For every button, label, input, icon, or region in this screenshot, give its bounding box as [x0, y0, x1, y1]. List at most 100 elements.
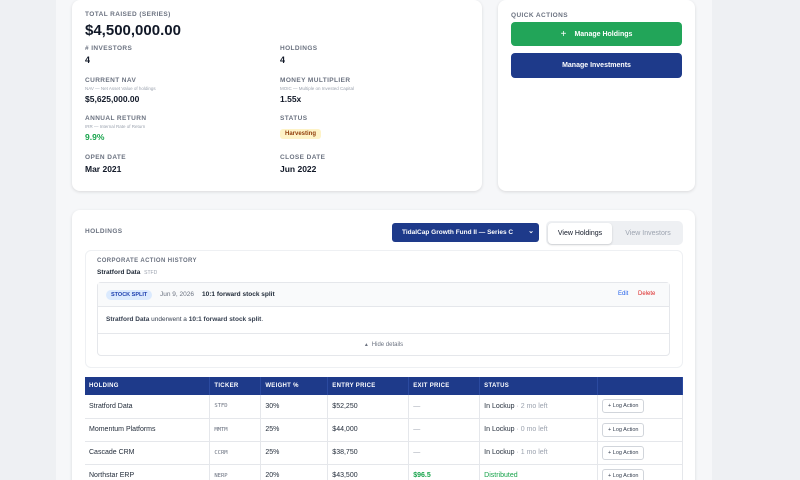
tab-view-holdings[interactable]: View Holdings [548, 223, 612, 244]
col-ticker[interactable]: TICKER [209, 377, 262, 395]
holding-weight: 25% [260, 418, 329, 442]
holding-actions: + Log Action [597, 418, 683, 442]
corporate-action-date: Jun 9, 2026 [160, 291, 194, 298]
log-action-button[interactable]: + Log Action [602, 399, 645, 414]
log-action-button[interactable]: + Log Action [602, 445, 645, 460]
total-raised-label: TOTAL RAISED (SERIES) [85, 11, 171, 18]
holding-ticker: MMTM [209, 418, 262, 442]
log-action-button[interactable]: + Log Action [602, 468, 645, 480]
corporate-action-headline: 10:1 forward stock split [202, 291, 275, 298]
annual-return-sublabel: IRR — Internal Rate of Return [85, 124, 146, 129]
holding-name: Stratford Data [85, 395, 211, 419]
status-badge: Harvesting [280, 129, 322, 139]
holding-status: In Lockup · 0 mo left [479, 418, 599, 442]
holding-entry-price: $44,000 [327, 418, 410, 442]
holding-exit-price: — [408, 395, 481, 419]
investors-label: # INVESTORS [85, 45, 133, 52]
status-text: In Lockup [484, 426, 515, 433]
fund-select-value: TidalCap Growth Fund II — Series C [402, 229, 514, 236]
holding-name: Northstar ERP [85, 464, 211, 480]
moic-value: 1.55x [280, 94, 302, 104]
holding-weight: 20% [260, 464, 329, 480]
holdings-title: HOLDINGS [85, 228, 123, 235]
holdings-count-label: HOLDINGS [280, 45, 318, 52]
holding-entry-price: $43,500 [327, 464, 410, 480]
holding-exit-price: $96.5 [408, 464, 481, 480]
holding-weight: 30% [260, 395, 329, 419]
chevron-down-icon: ⌄ [528, 228, 534, 235]
table-row: Momentum Platforms MMTM 25% $44,000 — In… [85, 418, 683, 442]
nav-label: CURRENT NAV [85, 77, 137, 84]
nav-sublabel: NAV — Net Asset Value of holdings [85, 86, 156, 91]
quick-actions-card: QUICK ACTIONS + Manage Holdings Manage I… [498, 0, 695, 191]
open-date-value: Mar 2021 [85, 164, 122, 174]
status-text: In Lockup [484, 449, 515, 456]
description-end: . [261, 316, 264, 323]
col-weight[interactable]: WEIGHT % [260, 377, 329, 395]
manage-investments-label: Manage Investments [562, 62, 631, 69]
quick-actions-title: QUICK ACTIONS [511, 12, 568, 19]
annual-return-label: ANNUAL RETURN [85, 115, 147, 122]
triangle-up-icon: ▲ [363, 341, 369, 348]
edit-link[interactable]: Edit [618, 291, 628, 297]
moic-sublabel: MOIC — Multiple on Invested Capital [280, 86, 355, 91]
plus-icon: + [560, 28, 567, 40]
tab-view-investors-label: View Investors [625, 230, 671, 237]
corporate-action-company-line: Stratford Data STFD [97, 269, 157, 276]
status-note: · 0 mo left [516, 426, 548, 433]
nav-value: $5,625,000.00 [85, 94, 140, 104]
holding-name: Momentum Platforms [85, 418, 211, 442]
holding-weight: 25% [260, 441, 329, 465]
holding-entry-price: $38,750 [327, 441, 410, 465]
close-date-value: Jun 2022 [280, 164, 317, 174]
col-exit-price[interactable]: EXIT PRICE [408, 377, 481, 395]
holding-ticker: NERP [209, 464, 262, 480]
stock-split-tag: STOCK SPLIT [106, 290, 153, 300]
description-company: Stratford Data [106, 316, 150, 323]
holding-ticker: CCRM [209, 441, 262, 465]
status-note: · 1 mo left [516, 449, 548, 456]
holding-entry-price: $52,250 [327, 395, 410, 419]
investors-value: 4 [85, 55, 91, 65]
status-text: In Lockup [484, 402, 515, 410]
total-raised-value: $4,500,000.00 [85, 22, 181, 39]
holding-exit-price: — [408, 441, 481, 465]
fund-summary-card: TOTAL RAISED (SERIES) $4,500,000.00 # IN… [72, 0, 482, 191]
col-holding[interactable]: HOLDING [85, 377, 211, 395]
fund-select[interactable]: TidalCap Growth Fund II — Series C ⌄ [392, 223, 539, 242]
log-action-button[interactable]: + Log Action [602, 422, 645, 437]
tab-view-investors[interactable]: View Investors [615, 223, 681, 244]
tab-view-holdings-label: View Holdings [557, 230, 603, 237]
description-action: 10:1 forward stock split [188, 316, 262, 323]
annual-return-value: 9.9% [85, 132, 105, 142]
status-note: · 2 mo left [516, 402, 548, 410]
manage-holdings-button[interactable]: + Manage Holdings [511, 22, 682, 46]
holdings-table: HOLDING TICKER WEIGHT % ENTRY PRICE EXIT… [85, 377, 683, 480]
corporate-action-title: CORPORATE ACTION HISTORY [97, 258, 197, 264]
holding-status: Distributed [479, 464, 599, 480]
holding-actions: + Log Action [597, 441, 683, 465]
holdings-count-value: 4 [280, 55, 286, 65]
corporate-action-ticker: STFD [144, 270, 158, 276]
holding-status: In Lockup · 1 mo left [479, 441, 599, 465]
delete-link[interactable]: Delete [638, 291, 655, 297]
table-header-row: HOLDING TICKER WEIGHT % ENTRY PRICE EXIT… [85, 377, 683, 395]
status-text: Distributed [484, 472, 518, 479]
holding-status: In Lockup · 2 mo left [479, 395, 599, 419]
hide-details-label: Hide details [371, 341, 404, 348]
close-date-label: CLOSE DATE [280, 154, 326, 161]
holding-name: Cascade CRM [85, 441, 211, 465]
hide-details-toggle[interactable]: ▲ Hide details [98, 333, 669, 355]
holding-exit-price: — [408, 418, 481, 442]
open-date-label: OPEN DATE [85, 154, 127, 161]
manage-holdings-label: Manage Holdings [574, 30, 633, 38]
corporate-action-company: Stratford Data [97, 269, 141, 276]
col-entry-price[interactable]: ENTRY PRICE [327, 377, 410, 395]
moic-label: MONEY MULTIPLIER [280, 77, 351, 84]
holding-actions: + Log Action [597, 395, 683, 419]
corporate-action-description: Stratford Data underwent a 10:1 forward … [106, 316, 263, 323]
manage-investments-button[interactable]: Manage Investments [511, 53, 682, 78]
description-middle: underwent a [149, 316, 189, 323]
col-status[interactable]: STATUS [479, 377, 599, 395]
col-actions [597, 377, 683, 395]
